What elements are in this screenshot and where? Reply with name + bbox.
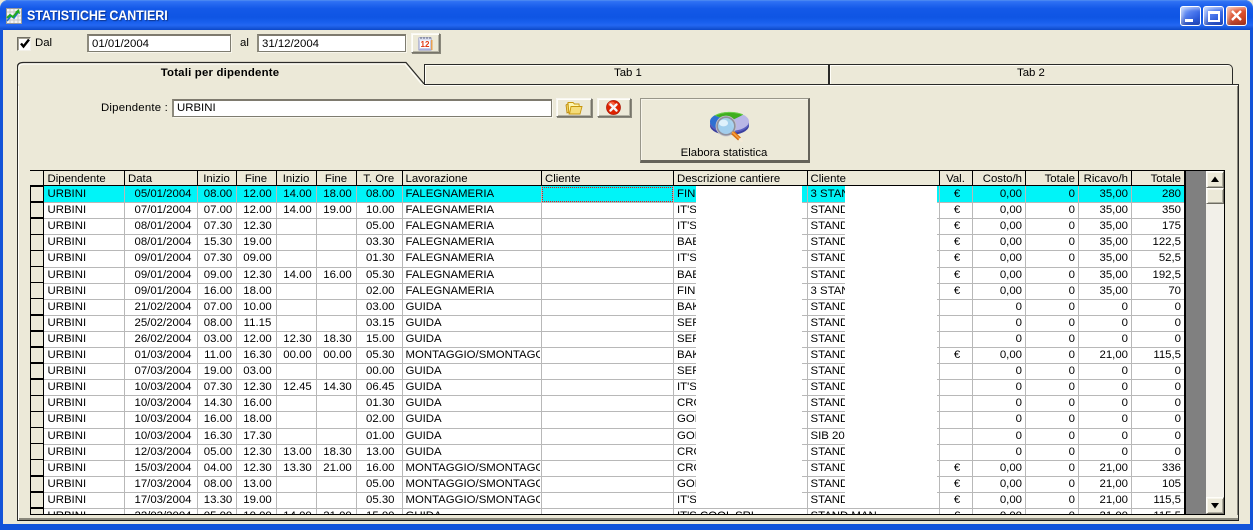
svg-text:12: 12 — [421, 40, 430, 49]
